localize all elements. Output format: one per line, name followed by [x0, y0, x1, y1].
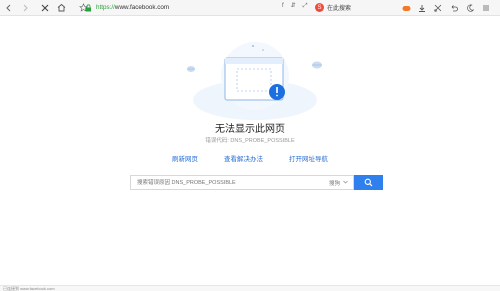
status-text: 已连接到 www.facebook.com — [3, 286, 55, 291]
game-controller-icon[interactable] — [401, 3, 411, 13]
undo-icon[interactable] — [449, 3, 459, 13]
search-box[interactable]: S 在此搜索 — [315, 2, 390, 13]
home-icon[interactable] — [54, 1, 68, 15]
chevron-down-icon — [343, 180, 348, 186]
chevron-right-icon[interactable] — [18, 1, 32, 15]
close-icon[interactable] — [38, 1, 52, 15]
url-text[interactable]: https://www.facebook.com — [96, 4, 169, 11]
scissors-icon[interactable] — [433, 3, 443, 13]
tool-icon[interactable]: ⇵ — [291, 3, 296, 9]
search-button[interactable] — [354, 175, 383, 190]
url-tools: f ⇵ ⤢ ⌄ — [282, 3, 320, 9]
search-icon — [364, 174, 373, 192]
chevron-left-icon[interactable] — [2, 1, 16, 15]
menu-icon[interactable] — [481, 3, 491, 13]
browser-toolbar: https://www.facebook.com f ⇵ ⤢ ⌄ S 在此搜索 — [0, 0, 500, 16]
status-bar: 已连接到 www.facebook.com — [0, 285, 500, 291]
error-code: 错误代码: DNS_PROBE_POSSIBLE — [205, 138, 295, 144]
lock-icon — [84, 3, 93, 12]
url-host: www.facebook.com — [114, 4, 170, 11]
refresh-page-link[interactable]: 刷新网页 — [172, 153, 198, 163]
error-illustration — [185, 36, 325, 126]
action-links: 刷新网页 查看解决办法 打开网址导航 — [0, 153, 500, 163]
error-search-box: 搜狗 — [130, 175, 354, 190]
moon-icon[interactable] — [465, 3, 475, 13]
download-icon[interactable] — [417, 3, 427, 13]
search-engine-icon[interactable]: S — [315, 3, 324, 12]
search-input[interactable]: 在此搜索 — [327, 3, 351, 12]
page-title: 无法显示此网页 — [215, 124, 285, 135]
expand-icon[interactable]: ⤢ — [303, 3, 308, 9]
right-tools — [401, 3, 491, 13]
error-search-input[interactable] — [137, 177, 297, 188]
engine-label: 搜狗 — [329, 181, 341, 187]
engine-select[interactable]: 搜狗 — [329, 179, 348, 187]
facebook-tool-icon[interactable]: f — [282, 3, 284, 9]
open-navigation-link[interactable]: 打开网址导航 — [289, 153, 328, 163]
view-solutions-link[interactable]: 查看解决办法 — [224, 153, 263, 163]
url-protocol: https:// — [96, 4, 115, 11]
